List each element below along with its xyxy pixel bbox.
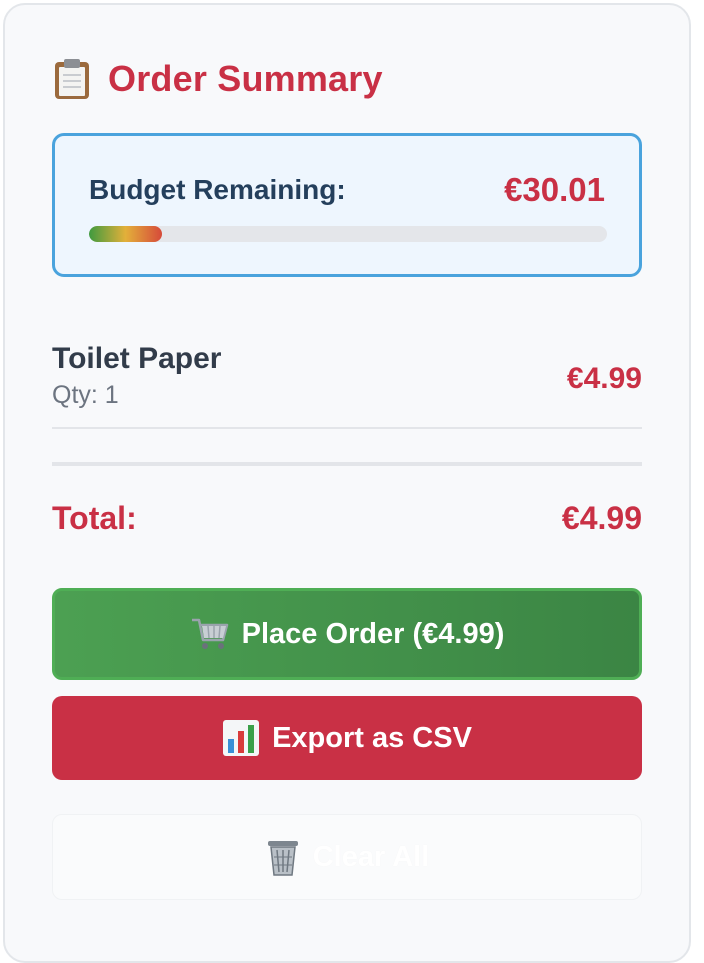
clear-all-button[interactable]: Clear All	[52, 814, 642, 900]
total-value: €4.99	[561, 500, 642, 536]
budget-value: €30.01	[504, 171, 605, 208]
item-quantity: Qty: 1	[52, 381, 119, 409]
item-price: €4.99	[566, 362, 642, 395]
list-item: Toilet Paper Qty: 1 €4.99	[52, 336, 642, 429]
export-csv-label: Export as CSV	[272, 721, 472, 754]
clipboard-icon	[50, 57, 94, 101]
budget-progress-bar	[89, 226, 607, 242]
clear-all-label: Clear All	[312, 840, 430, 873]
place-order-button[interactable]: Place Order (€4.99)	[52, 588, 642, 680]
place-order-label: Place Order (€4.99)	[241, 617, 505, 650]
total-row: Total: €4.99	[52, 500, 642, 540]
shopping-cart-icon	[190, 616, 230, 652]
trash-icon	[265, 837, 301, 877]
page-title: Order Summary	[108, 58, 383, 99]
item-name: Toilet Paper	[52, 342, 222, 375]
budget-progress-fill	[89, 226, 162, 242]
total-divider	[52, 462, 642, 466]
budget-card: Budget Remaining: €30.01	[52, 133, 642, 277]
budget-label: Budget Remaining:	[89, 174, 346, 205]
order-summary-header: Order Summary	[50, 56, 383, 102]
total-label: Total:	[52, 500, 137, 536]
bar-chart-icon	[222, 719, 260, 757]
export-csv-button[interactable]: Export as CSV	[52, 696, 642, 780]
